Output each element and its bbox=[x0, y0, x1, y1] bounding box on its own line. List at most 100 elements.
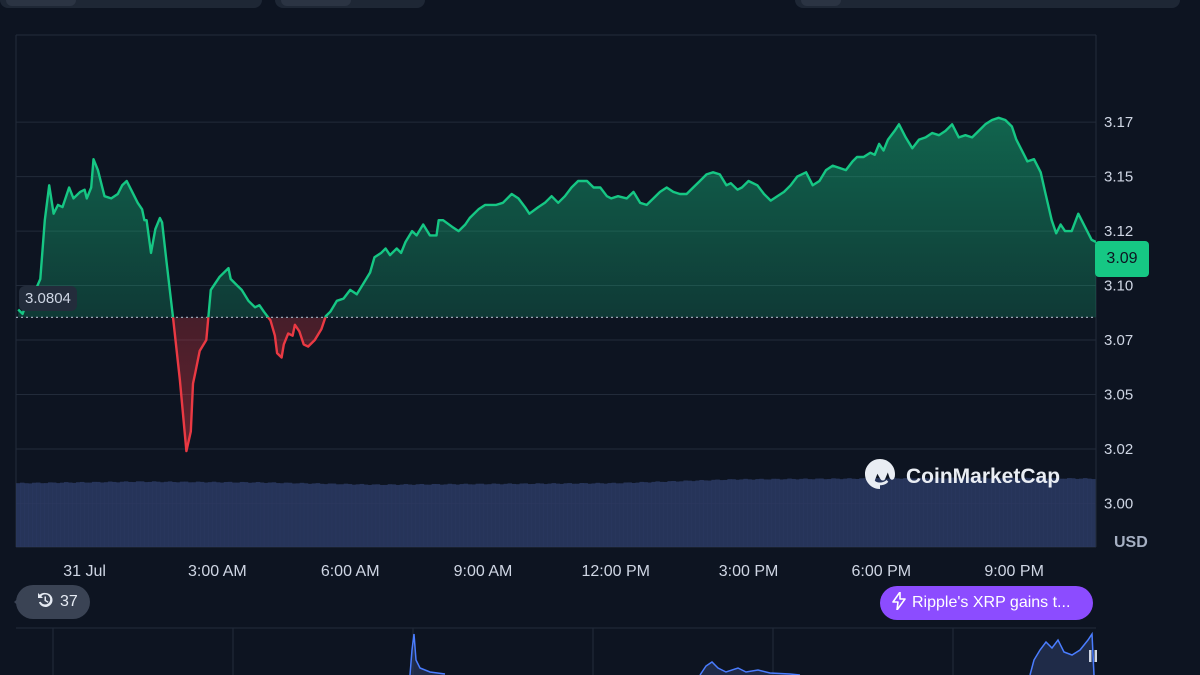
volume-bar bbox=[607, 483, 612, 547]
volume-bar bbox=[387, 484, 393, 547]
volume-bar bbox=[727, 479, 732, 547]
volume-bar bbox=[439, 484, 445, 547]
volume-bar bbox=[191, 482, 197, 547]
volume-bar bbox=[303, 483, 309, 547]
volume-bar bbox=[475, 483, 481, 547]
reference-price-label: 3.0804 bbox=[19, 286, 77, 311]
volume-bar bbox=[123, 481, 129, 547]
volume-bar bbox=[827, 478, 832, 547]
volume-bar bbox=[287, 482, 293, 547]
volume-bar bbox=[759, 478, 764, 547]
volume-bar bbox=[655, 481, 660, 547]
volume-bar bbox=[79, 481, 85, 547]
volume-bar bbox=[291, 483, 297, 547]
volume-bar bbox=[227, 481, 233, 547]
volume-bar bbox=[263, 483, 269, 547]
volume-bar bbox=[519, 483, 525, 547]
volume-bar bbox=[855, 478, 860, 547]
x-tick-label: 9:00 AM bbox=[454, 563, 513, 580]
x-tick-label: 9:00 PM bbox=[984, 563, 1044, 580]
volume-bar bbox=[203, 482, 209, 547]
volume-bar bbox=[531, 483, 537, 547]
volume-bar bbox=[775, 478, 780, 547]
volume-bar bbox=[811, 479, 816, 547]
price-chart[interactable]: 3.173.153.123.103.073.053.023.00 31 Jul 3… bbox=[0, 0, 1200, 675]
volume-bar bbox=[711, 479, 716, 547]
volume-bar bbox=[499, 484, 505, 547]
volume-bar bbox=[743, 478, 748, 547]
volume-bar bbox=[35, 482, 41, 547]
volume-bar bbox=[783, 479, 788, 547]
volume-bar bbox=[627, 482, 632, 547]
volume-bar bbox=[315, 483, 321, 547]
volume-bar bbox=[323, 484, 329, 547]
volume-bar bbox=[563, 483, 568, 547]
volume-bar bbox=[483, 484, 489, 547]
volume-bar bbox=[327, 483, 333, 547]
y-tick-label: 3.05 bbox=[1104, 386, 1133, 403]
volume-bar bbox=[127, 481, 133, 547]
volume-bar bbox=[251, 482, 257, 547]
volume-bar bbox=[431, 483, 437, 547]
volume-bar bbox=[767, 479, 772, 547]
volume-bar bbox=[211, 481, 217, 547]
volume-bar bbox=[471, 484, 477, 547]
volume-bar bbox=[179, 481, 185, 547]
x-tick-label: 3:00 AM bbox=[188, 563, 247, 580]
volume-bar bbox=[163, 481, 169, 547]
volume-bar bbox=[231, 482, 237, 547]
volume-bar bbox=[715, 479, 720, 547]
volume-bar bbox=[419, 483, 425, 547]
volume-bar bbox=[451, 484, 457, 547]
volume-bar bbox=[647, 482, 652, 547]
volume-bar bbox=[423, 484, 429, 547]
volume-bar bbox=[271, 482, 277, 547]
volume-bar bbox=[723, 479, 728, 547]
volume-bar bbox=[239, 481, 245, 547]
volume-bar bbox=[559, 483, 564, 547]
volume-bar bbox=[187, 482, 193, 547]
volume-bar bbox=[16, 483, 21, 547]
volume-bar bbox=[579, 483, 584, 547]
volume-bar bbox=[463, 483, 469, 547]
volume-bar bbox=[615, 483, 620, 547]
volume-bar bbox=[155, 481, 161, 547]
volume-bar bbox=[511, 483, 517, 547]
volume-bar bbox=[171, 482, 177, 547]
x-tick-label: 6:00 PM bbox=[852, 563, 912, 580]
volume-bar bbox=[51, 482, 57, 547]
volume-bar bbox=[479, 483, 485, 547]
y-tick-label: 3.12 bbox=[1104, 223, 1133, 240]
pause-icon[interactable] bbox=[1084, 645, 1102, 667]
volume-bar bbox=[435, 484, 441, 547]
history-count: 37 bbox=[60, 593, 78, 610]
history-icon bbox=[36, 591, 54, 614]
x-tick-label: 6:00 AM bbox=[321, 563, 380, 580]
volume-bar bbox=[267, 482, 273, 547]
volume-bar bbox=[651, 481, 656, 547]
volume-bar bbox=[543, 484, 549, 547]
volume-bar bbox=[407, 484, 413, 547]
y-tick-label: 3.00 bbox=[1104, 495, 1133, 512]
volume-bar bbox=[739, 479, 744, 547]
x-tick-label: 3:00 PM bbox=[719, 563, 779, 580]
volume-bar bbox=[115, 482, 121, 547]
volume-bar bbox=[99, 482, 105, 547]
volume-bar bbox=[771, 478, 776, 547]
volume-bar bbox=[159, 482, 165, 547]
volume-bar bbox=[95, 481, 101, 547]
chart-area[interactable]: 3.17 3.15 3.12 3.10 3.07 3.05 3.02 3.00 31 Jul 3… bbox=[0, 0, 1200, 675]
volume-bar bbox=[631, 482, 636, 547]
volume-bar bbox=[635, 482, 640, 547]
volume-bar bbox=[71, 482, 77, 547]
mini-volume-chart bbox=[16, 627, 1096, 675]
volume-bar bbox=[247, 482, 253, 547]
volume-bar bbox=[683, 480, 688, 547]
volume-bar bbox=[459, 484, 465, 547]
news-button[interactable]: Ripple's XRP gains t... bbox=[880, 586, 1093, 620]
history-button[interactable]: 37 bbox=[14, 585, 90, 619]
volume-bar bbox=[279, 483, 285, 547]
volume-bar bbox=[699, 479, 704, 547]
volume-bar bbox=[183, 481, 189, 547]
y-tick-label: 3.15 bbox=[1104, 169, 1133, 186]
